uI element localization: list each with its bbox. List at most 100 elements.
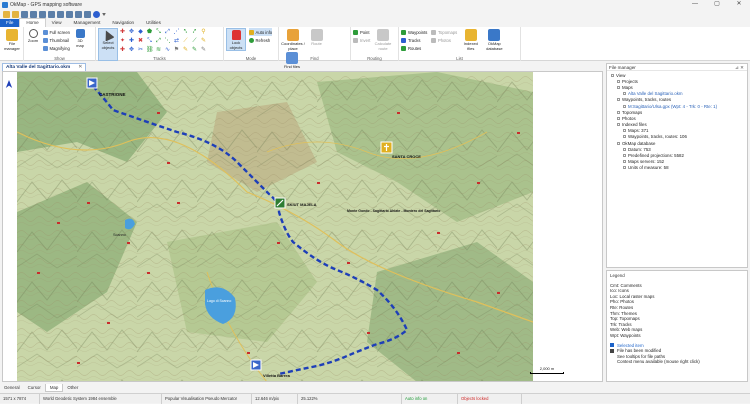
okmap-database-button[interactable]: OkMap database — [483, 28, 505, 51]
filter-icon[interactable]: ⚑ — [173, 47, 180, 54]
invert-button[interactable]: Invert — [353, 36, 370, 44]
coordinates-place-button[interactable]: Coordinates / place — [281, 28, 305, 51]
tree-expander-icon[interactable] — [617, 123, 620, 127]
3d-map-button[interactable]: 3D map — [74, 28, 87, 48]
pin-icon[interactable]: ⚲ — [200, 29, 207, 36]
zoom-button[interactable]: Zoom — [26, 28, 40, 44]
ski-waypoint-icon[interactable] — [274, 197, 286, 209]
layers-icon[interactable] — [75, 10, 82, 18]
tree-expander-icon[interactable] — [617, 79, 620, 83]
tab-other[interactable]: Other — [63, 384, 82, 392]
undo-icon[interactable] — [57, 10, 64, 18]
redo-icon[interactable] — [66, 10, 73, 18]
open-icon[interactable] — [12, 10, 19, 18]
lock-objects-button[interactable]: Lock objects — [226, 28, 246, 52]
file-manager-button[interactable]: File manager — [2, 28, 22, 51]
tab-cursor[interactable]: Cursor — [24, 384, 45, 392]
waypoint-green-icon[interactable]: ⬟ — [146, 29, 153, 36]
tab-view[interactable]: View — [46, 19, 68, 27]
tab-utilities[interactable]: Utilities — [140, 19, 167, 27]
refresh-button[interactable]: Refresh — [248, 36, 273, 44]
start-waypoint-icon[interactable] — [86, 77, 98, 89]
join-icon[interactable]: ⛓ — [146, 47, 154, 54]
customize-chevron-icon[interactable] — [102, 12, 106, 16]
tab-management[interactable]: Management — [68, 19, 107, 27]
tree-expander-icon[interactable] — [623, 147, 626, 151]
ruler-green-icon[interactable]: ⟋ — [191, 38, 198, 45]
waypoint-diamond-icon[interactable]: ◆ — [137, 29, 144, 36]
end-waypoint-icon[interactable] — [250, 359, 262, 371]
map-view[interactable]: CASTRIONE SKIUT MAJELA Monte Gondo - Sag… — [2, 71, 603, 382]
file-tree-node[interactable]: Units of measure: 58 — [609, 165, 745, 171]
save-icon[interactable] — [30, 10, 37, 18]
tab-map[interactable]: Map — [44, 384, 64, 392]
magnifying-button[interactable]: Magnifying — [42, 44, 70, 52]
routes-button[interactable]: Routes — [401, 44, 427, 52]
pane-pin-close-icon[interactable]: ⊿ ✕ — [735, 64, 747, 70]
minimize-button[interactable]: — — [684, 0, 706, 9]
map-canvas[interactable]: CASTRIONE SKIUT MAJELA Monte Gondo - Sag… — [17, 72, 533, 382]
edit-gray-icon[interactable]: ✎ — [200, 47, 207, 54]
waypoint-move-icon[interactable]: ✥ — [128, 29, 135, 36]
split-icon[interactable]: ✂ — [137, 47, 144, 54]
route-reverse-icon[interactable]: ⇄ — [173, 38, 180, 45]
open-folder-icon[interactable] — [21, 10, 28, 18]
tree-expander-icon[interactable] — [623, 104, 626, 108]
track-draw-icon[interactable]: ⤢ — [164, 29, 171, 36]
route-draw-icon[interactable]: ⤢ — [155, 38, 162, 45]
route-find-button[interactable]: Route — [308, 28, 326, 47]
tree-expander-icon[interactable] — [623, 129, 626, 133]
tree-expander-icon[interactable] — [623, 160, 626, 164]
document-close-icon[interactable]: ✕ — [78, 65, 82, 70]
measure-icon[interactable]: ✚ — [119, 47, 126, 54]
tab-file[interactable]: File — [0, 19, 20, 27]
save-all-icon[interactable] — [39, 10, 46, 18]
maximize-button[interactable]: ▢ — [706, 0, 728, 9]
track-nodes-icon[interactable]: ⋰ — [173, 29, 180, 36]
ruler-yellow-icon[interactable]: ⟋ — [182, 38, 189, 45]
tracks-button[interactable]: Tracks — [401, 36, 427, 44]
pencil-icon[interactable]: ✎ — [200, 38, 207, 45]
calculate-route-button[interactable]: Calculate route — [374, 28, 392, 51]
photos-button[interactable]: Photos — [430, 36, 457, 44]
edit-yellow-icon[interactable]: ✎ — [182, 47, 189, 54]
tree-expander-icon[interactable] — [623, 154, 626, 158]
tab-home[interactable]: Home — [19, 18, 46, 27]
delete-red-icon[interactable]: ✖ — [137, 38, 144, 45]
indexed-files-button[interactable]: Indexed files — [461, 28, 481, 51]
tree-expander-icon[interactable] — [623, 92, 626, 96]
tree-expander-icon[interactable] — [611, 73, 614, 77]
tab-navigation[interactable]: Navigation — [106, 19, 140, 27]
tree-expander-icon[interactable] — [623, 166, 626, 170]
auto-info-button[interactable]: Auto info — [248, 28, 273, 36]
tree-expander-icon[interactable] — [617, 98, 620, 102]
tree-expander-icon[interactable] — [617, 85, 620, 89]
new-icon[interactable] — [3, 10, 10, 18]
point-button[interactable]: Point — [353, 28, 370, 36]
track-split-icon[interactable]: ⤣ — [182, 29, 189, 36]
tab-general[interactable]: General — [0, 384, 24, 392]
tree-expander-icon[interactable] — [617, 110, 620, 114]
cursor-waypoint-icon[interactable]: ✦ — [119, 38, 126, 45]
smooth-icon[interactable]: ∿ — [164, 47, 171, 54]
print-icon[interactable] — [48, 10, 55, 18]
tree-expander-icon[interactable] — [617, 141, 620, 145]
track-add-icon[interactable]: ⤡ — [155, 29, 162, 36]
document-tab[interactable]: Alta Valle del Sagittario.okm ✕ — [2, 63, 87, 71]
track-join-icon[interactable]: ⤤ — [191, 29, 198, 36]
edit-green-icon[interactable]: ✎ — [191, 47, 198, 54]
full-screen-button[interactable]: Full screen — [42, 28, 70, 36]
close-button[interactable]: ✕ — [728, 0, 750, 9]
waypoints-button[interactable]: Waypoints — [401, 28, 427, 36]
point-blue-icon[interactable]: ✚ — [128, 38, 135, 45]
waypoint-add-icon[interactable]: ✚ — [119, 29, 126, 36]
tree-expander-icon[interactable] — [617, 116, 620, 120]
reduce-icon[interactable]: ≋ — [155, 47, 162, 54]
church-waypoint-icon[interactable] — [380, 141, 393, 154]
options-gear-icon[interactable] — [93, 10, 100, 18]
route-nodes-icon[interactable]: ⋱ — [164, 38, 171, 45]
route-add-icon[interactable]: ⤡ — [146, 38, 153, 45]
topomaps-button[interactable]: Topomaps — [430, 28, 457, 36]
export-icon[interactable] — [84, 10, 91, 18]
move-blue-icon[interactable]: ✥ — [128, 47, 135, 54]
